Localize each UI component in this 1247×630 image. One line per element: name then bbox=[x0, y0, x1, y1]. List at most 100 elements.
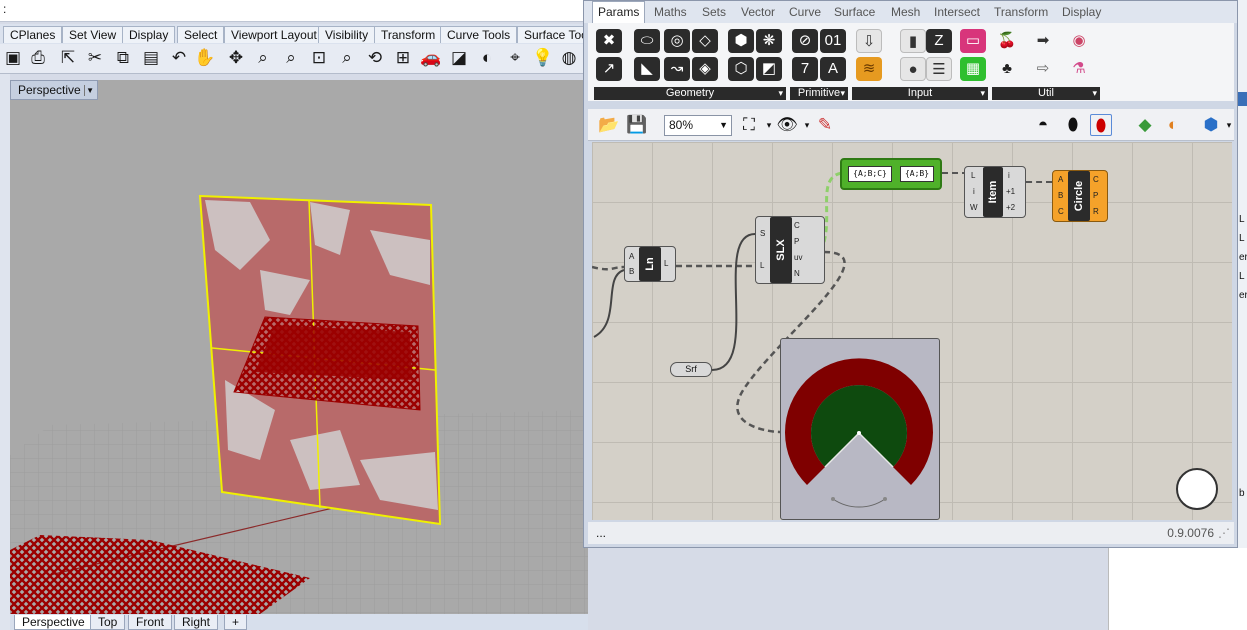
input-l[interactable]: L bbox=[971, 171, 975, 180]
input-slider-icon[interactable]: ⇩ bbox=[856, 29, 882, 53]
tab-cplanes[interactable]: CPlanes bbox=[3, 26, 63, 43]
param-field-icon[interactable]: ◩ bbox=[756, 57, 782, 81]
zoom-selected-icon[interactable]: ⌕ bbox=[336, 47, 358, 69]
param-integer-icon[interactable]: 01 bbox=[820, 29, 846, 53]
util-arrow-icon[interactable]: ⇨ bbox=[1030, 57, 1056, 81]
param-curve-icon[interactable]: ↝ bbox=[664, 57, 690, 81]
output-n[interactable]: N bbox=[794, 269, 800, 278]
viewport-menu-arrow-icon[interactable]: ▼ bbox=[84, 85, 94, 96]
input-list-icon[interactable]: ☰ bbox=[926, 57, 952, 81]
tab-curve-tools[interactable]: Curve Tools bbox=[440, 26, 518, 43]
input-a[interactable]: A bbox=[629, 252, 634, 261]
param-box-icon[interactable]: ◇ bbox=[692, 29, 718, 53]
tab-params[interactable]: Params bbox=[592, 1, 646, 23]
output-r[interactable]: R bbox=[1093, 207, 1099, 216]
util-tree-icon[interactable]: ♣ bbox=[994, 57, 1020, 81]
output-i[interactable]: i bbox=[1008, 171, 1010, 180]
tab-right[interactable]: Right bbox=[174, 615, 219, 630]
car-icon[interactable]: 🚗 bbox=[420, 47, 442, 69]
input-b[interactable]: B bbox=[1058, 191, 1063, 200]
eye-icon[interactable]: 👁 bbox=[776, 114, 798, 136]
zoom-icon[interactable]: ⌕ bbox=[252, 47, 274, 69]
light-bulb-icon[interactable]: 💡 bbox=[532, 47, 554, 69]
save-icon[interactable]: ▣ bbox=[2, 47, 24, 69]
param-number-icon[interactable]: 7 bbox=[792, 57, 818, 81]
ribbon-group-label[interactable]: Util ▾ bbox=[992, 87, 1100, 100]
slx-component[interactable]: S L SLX C P uv N bbox=[755, 216, 825, 284]
param-arc-icon[interactable]: ◎ bbox=[664, 29, 690, 53]
export-icon[interactable]: ⇱ bbox=[57, 47, 79, 69]
input-s[interactable]: S bbox=[760, 229, 765, 238]
rotate-view-icon[interactable]: ⟲ bbox=[364, 47, 386, 69]
open-file-icon[interactable]: 📂 bbox=[598, 114, 620, 136]
tab-curve[interactable]: Curve bbox=[789, 5, 821, 19]
tab-transform[interactable]: Transform bbox=[374, 26, 443, 43]
layer-icon[interactable]: ◪ bbox=[448, 47, 470, 69]
param-surface-icon[interactable]: ◈ bbox=[692, 57, 718, 81]
undo-icon[interactable]: ↶ bbox=[168, 47, 190, 69]
input-gradient-icon[interactable]: ≋ bbox=[856, 57, 882, 81]
expand-icon[interactable]: ▾ bbox=[980, 87, 985, 100]
tab-select[interactable]: Select bbox=[177, 26, 225, 43]
zoom-extents-icon[interactable]: ⛶ bbox=[738, 114, 760, 136]
output-plus2[interactable]: +2 bbox=[1006, 203, 1015, 212]
input-colour-icon[interactable]: ▭ bbox=[960, 29, 986, 53]
save-file-icon[interactable]: 💾 bbox=[626, 114, 648, 136]
render-icon[interactable]: ◍ bbox=[558, 47, 580, 69]
chevron-down-icon[interactable]: ▼ bbox=[719, 120, 728, 130]
tab-transform[interactable]: Transform bbox=[994, 5, 1048, 19]
tab-perspective[interactable]: Perspective bbox=[14, 615, 93, 630]
input-c[interactable]: C bbox=[1058, 207, 1064, 216]
output-plus1[interactable]: +1 bbox=[1006, 187, 1015, 196]
four-viewports-icon[interactable]: ⊞ bbox=[392, 47, 414, 69]
output-l[interactable]: L bbox=[664, 259, 668, 268]
param-circle-icon[interactable]: ⬭ bbox=[634, 29, 660, 53]
input-w[interactable]: W bbox=[970, 203, 978, 212]
preview-shaded-icon[interactable]: ⬮ bbox=[1090, 114, 1112, 136]
line-component[interactable]: A B Ln L bbox=[624, 246, 676, 282]
param-mesh-icon[interactable]: ❋ bbox=[756, 29, 782, 53]
util-cluster-icon[interactable]: ◉ bbox=[1066, 29, 1092, 53]
tab-mesh[interactable]: Mesh bbox=[891, 5, 920, 19]
perspective-viewport[interactable] bbox=[10, 80, 588, 614]
tab-vector[interactable]: Vector bbox=[741, 5, 775, 19]
navigation-compass-icon[interactable] bbox=[1176, 468, 1218, 510]
util-cherry-icon[interactable]: 🍒 bbox=[994, 29, 1020, 53]
viewport-title[interactable]: Perspective ▼ bbox=[10, 80, 98, 100]
osnap-icon[interactable]: ⌖ bbox=[504, 47, 526, 69]
expand-icon[interactable]: ▾ bbox=[840, 87, 845, 100]
object-properties-icon[interactable]: ◐ bbox=[476, 47, 498, 69]
surface-param[interactable]: Srf bbox=[670, 362, 712, 377]
tab-top[interactable]: Top bbox=[90, 615, 126, 630]
list-item-component[interactable]: L i W Item i +1 +2 bbox=[964, 166, 1026, 218]
circle-3pt-component[interactable]: A B C Circle C P R bbox=[1052, 170, 1108, 222]
preview-selected-icon[interactable]: ◆ bbox=[1134, 114, 1156, 136]
gh-canvas[interactable]: A B Ln L S L SLX C P uv N {A;B;C} {A;B} … bbox=[592, 142, 1232, 520]
input-toggle-icon[interactable]: ▮ bbox=[900, 29, 926, 53]
tab-set-view[interactable]: Set View bbox=[62, 26, 124, 43]
input-l[interactable]: L bbox=[760, 261, 764, 270]
cut-icon[interactable]: ✂ bbox=[84, 47, 106, 69]
param-text-icon[interactable]: A bbox=[820, 57, 846, 81]
pan-hand-icon[interactable]: ✋ bbox=[194, 47, 216, 69]
output-p[interactable]: P bbox=[1093, 191, 1098, 200]
preview-colour-icon[interactable]: ◐ bbox=[1162, 114, 1184, 136]
tab-surface[interactable]: Surface bbox=[834, 5, 875, 19]
param-line-icon[interactable]: ◣ bbox=[634, 57, 660, 81]
zoom-window-icon[interactable]: ⌕ bbox=[280, 47, 302, 69]
input-knob-icon[interactable]: ● bbox=[900, 57, 926, 81]
panel-icon-label[interactable]: b bbox=[1239, 488, 1245, 499]
ribbon-group-label[interactable]: Input ▾ bbox=[852, 87, 988, 100]
param-viewer-panel[interactable]: {A;B;C} {A;B} bbox=[840, 158, 942, 190]
paste-icon[interactable]: ▤ bbox=[140, 47, 162, 69]
tab-front[interactable]: Front bbox=[128, 615, 173, 630]
param-vector-icon[interactable]: ↗ bbox=[596, 57, 622, 81]
tab-display[interactable]: Display bbox=[122, 26, 176, 43]
chevron-down-icon[interactable]: ▾ bbox=[1218, 114, 1240, 136]
input-a[interactable]: A bbox=[1058, 175, 1063, 184]
panel-icon[interactable] bbox=[1238, 92, 1247, 106]
util-flask-icon[interactable]: ⚗ bbox=[1066, 57, 1092, 81]
zoom-select[interactable]: 80% ▼ bbox=[664, 115, 732, 136]
output-c[interactable]: C bbox=[1093, 175, 1099, 184]
tab-visibility[interactable]: Visibility bbox=[318, 26, 376, 43]
